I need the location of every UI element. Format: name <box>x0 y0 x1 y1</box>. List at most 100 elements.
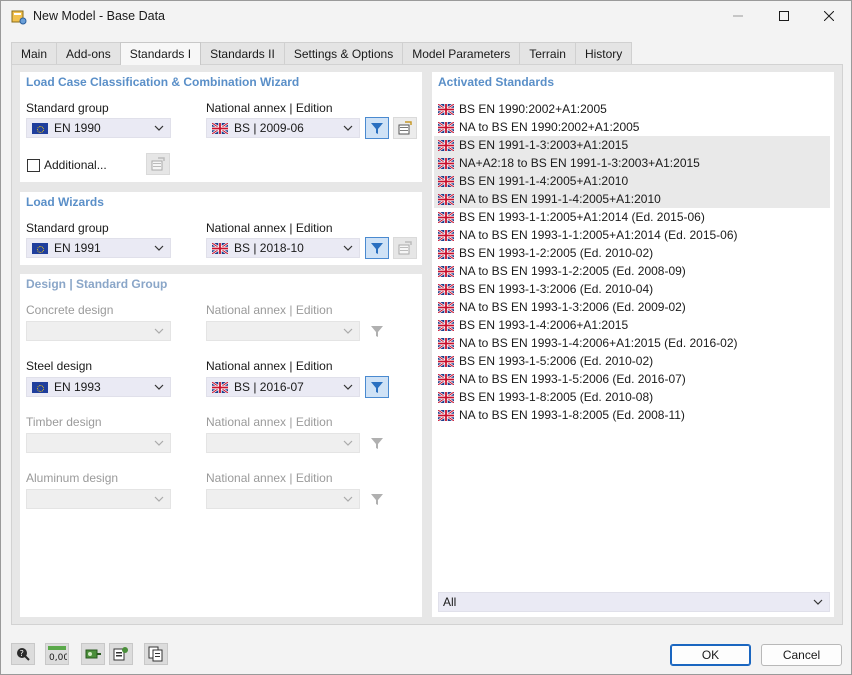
standard-list-item[interactable]: BS EN 1993-1-8:2005 (Ed. 2010-08) <box>434 388 830 406</box>
tab-settings-options[interactable]: Settings & Options <box>284 42 403 64</box>
edit-standard-button[interactable] <box>393 237 417 259</box>
standard-list-item-label: BS EN 1993-1-3:2006 (Ed. 2010-04) <box>459 282 653 296</box>
help-button[interactable]: ? <box>11 643 35 665</box>
chevron-down-icon <box>343 123 353 133</box>
standard-list-item[interactable]: NA to BS EN 1993-1-8:2005 (Ed. 2008-11) <box>434 406 830 424</box>
edit-standard-button[interactable] <box>393 117 417 139</box>
standard-list-item[interactable]: NA to BS EN 1990:2002+A1:2005 <box>434 118 830 136</box>
standard-list-item-label: BS EN 1993-1-5:2006 (Ed. 2010-02) <box>459 354 653 368</box>
standards-filter-select[interactable]: All <box>438 592 830 612</box>
standard-list-item-label: NA to BS EN 1993-1-8:2005 (Ed. 2008-11) <box>459 408 685 422</box>
settings-tool-button[interactable] <box>109 643 133 665</box>
model-tool-button[interactable] <box>81 643 105 665</box>
filter-button[interactable] <box>365 320 389 342</box>
cancel-button[interactable]: Cancel <box>761 644 842 666</box>
standard-list-item[interactable]: BS EN 1991-1-3:2003+A1:2015 <box>434 136 830 154</box>
national-annex-label: National annex | Edition <box>206 221 333 235</box>
tab-standards-ii[interactable]: Standards II <box>200 42 285 64</box>
timber-design-label: Timber design <box>26 415 102 429</box>
help-icon: ? <box>15 646 31 662</box>
filter-button[interactable] <box>365 117 389 139</box>
filter-button[interactable] <box>365 237 389 259</box>
standard-list-item-label: NA to BS EN 1993-1-2:2005 (Ed. 2008-09) <box>459 264 686 278</box>
standard-group-label: Standard group <box>26 101 109 115</box>
aluminum-design-select[interactable] <box>26 489 171 509</box>
uk-flag-icon <box>438 140 454 151</box>
tab-terrain[interactable]: Terrain <box>519 42 576 64</box>
ok-button[interactable]: OK <box>670 644 751 666</box>
timber-annex-select[interactable] <box>206 433 360 453</box>
units-button[interactable]: 0,00 <box>45 643 69 665</box>
load-wizards-section: Load Wizards Standard group National ann… <box>20 192 422 265</box>
timber-design-select[interactable] <box>26 433 171 453</box>
copy-data-button[interactable] <box>144 643 168 665</box>
standard-list-item[interactable]: NA to BS EN 1993-1-3:2006 (Ed. 2009-02) <box>434 298 830 316</box>
load-wizards-title: Load Wizards <box>26 195 104 209</box>
copy-data-icon <box>147 646 165 662</box>
uk-flag-icon <box>438 266 454 277</box>
filter-icon <box>370 492 384 506</box>
tab-add-ons[interactable]: Add-ons <box>56 42 121 64</box>
uk-flag-icon <box>212 123 228 134</box>
standard-list-item[interactable]: BS EN 1991-1-4:2005+A1:2010 <box>434 172 830 190</box>
close-button[interactable] <box>806 1 852 31</box>
standard-group-select[interactable]: EN 1990 <box>26 118 171 138</box>
national-annex-select[interactable]: BS | 2009-06 <box>206 118 360 138</box>
additional-label: Additional... <box>44 158 107 172</box>
standard-list-item-label: BS EN 1993-1-4:2006+A1:2015 <box>459 318 628 332</box>
standard-list-item[interactable]: NA to BS EN 1993-1-5:2006 (Ed. 2016-07) <box>434 370 830 388</box>
standard-list-item-label: BS EN 1993-1-1:2005+A1:2014 (Ed. 2015-06… <box>459 210 705 224</box>
concrete-design-select[interactable] <box>26 321 171 341</box>
steel-annex-value: BS | 2016-07 <box>234 380 304 394</box>
concrete-annex-select[interactable] <box>206 321 360 341</box>
title-bar: New Model - Base Data <box>1 1 851 33</box>
standard-list-item[interactable]: NA to BS EN 1993-1-2:2005 (Ed. 2008-09) <box>434 262 830 280</box>
standard-list-item[interactable]: BS EN 1993-1-2:2005 (Ed. 2010-02) <box>434 244 830 262</box>
standard-list-item[interactable]: BS EN 1990:2002+A1:2005 <box>434 100 830 118</box>
chevron-down-icon <box>154 438 164 448</box>
additional-settings-button[interactable] <box>146 153 170 175</box>
eu-flag-icon <box>32 243 48 254</box>
uk-flag-icon <box>438 230 454 241</box>
standard-list-item[interactable]: NA+A2:18 to BS EN 1991-1-3:2003+A1:2015 <box>434 154 830 172</box>
maximize-button[interactable] <box>761 1 807 31</box>
uk-flag-icon <box>438 158 454 169</box>
standard-list-item[interactable]: NA to BS EN 1991-1-4:2005+A1:2010 <box>434 190 830 208</box>
edit-standard-icon <box>150 156 166 172</box>
national-annex-value: BS | 2009-06 <box>234 121 304 135</box>
uk-flag-icon <box>438 338 454 349</box>
additional-checkbox[interactable] <box>27 159 40 172</box>
standard-list-item[interactable]: BS EN 1993-1-3:2006 (Ed. 2010-04) <box>434 280 830 298</box>
uk-flag-icon <box>438 374 454 385</box>
minimize-button[interactable] <box>715 1 761 31</box>
activated-standards-list: BS EN 1990:2002+A1:2005NA to BS EN 1990:… <box>434 100 830 424</box>
standard-list-item-label: NA to BS EN 1991-1-4:2005+A1:2010 <box>459 192 661 206</box>
uk-flag-icon <box>438 212 454 223</box>
tab-model-parameters[interactable]: Model Parameters <box>402 42 520 64</box>
tab-standards-i[interactable]: Standards I <box>120 42 201 65</box>
standard-list-item[interactable]: BS EN 1993-1-4:2006+A1:2015 <box>434 316 830 334</box>
window-title: New Model - Base Data <box>33 9 165 23</box>
aluminum-annex-select[interactable] <box>206 489 360 509</box>
standard-list-item[interactable]: BS EN 1993-1-5:2006 (Ed. 2010-02) <box>434 352 830 370</box>
chevron-down-icon <box>154 243 164 253</box>
tab-history[interactable]: History <box>575 42 632 64</box>
uk-flag-icon <box>438 392 454 403</box>
standard-list-item-label: BS EN 1993-1-8:2005 (Ed. 2010-08) <box>459 390 653 404</box>
uk-flag-icon <box>438 302 454 313</box>
filter-button[interactable] <box>365 488 389 510</box>
tab-strip: Main Add-ons Standards I Standards II Se… <box>11 42 631 64</box>
filter-button[interactable] <box>365 432 389 454</box>
steel-design-select[interactable]: EN 1993 <box>26 377 171 397</box>
tab-main[interactable]: Main <box>11 42 57 64</box>
national-annex-select[interactable]: BS | 2018-10 <box>206 238 360 258</box>
standard-list-item[interactable]: BS EN 1993-1-1:2005+A1:2014 (Ed. 2015-06… <box>434 208 830 226</box>
standard-list-item[interactable]: NA to BS EN 1993-1-1:2005+A1:2014 (Ed. 2… <box>434 226 830 244</box>
standard-group-select[interactable]: EN 1991 <box>26 238 171 258</box>
standard-list-item[interactable]: NA to BS EN 1993-1-4:2006+A1:2015 (Ed. 2… <box>434 334 830 352</box>
filter-icon <box>370 436 384 450</box>
steel-annex-select[interactable]: BS | 2016-07 <box>206 377 360 397</box>
filter-button[interactable] <box>365 376 389 398</box>
steel-design-value: EN 1993 <box>54 380 101 394</box>
uk-flag-icon <box>438 122 454 133</box>
